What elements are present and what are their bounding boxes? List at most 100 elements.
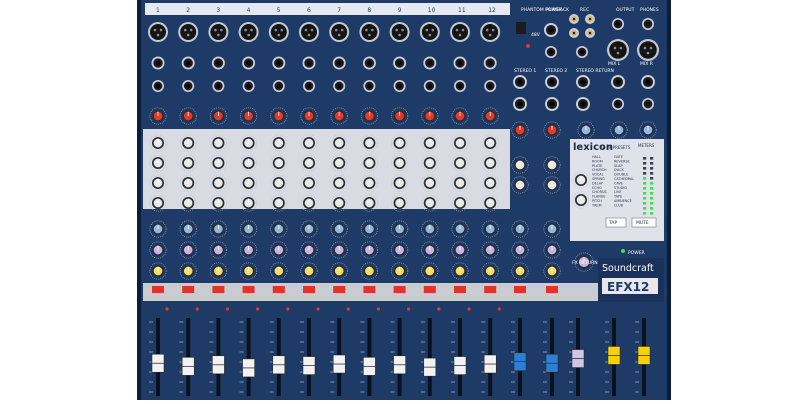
line-input-jack[interactable] [483,56,497,70]
fx-preset-name: CAVE [614,181,623,185]
playback-jack[interactable] [544,23,558,37]
line-input-jack[interactable] [151,56,165,70]
pfl-button[interactable] [242,286,255,293]
line-input-jack[interactable] [453,56,467,70]
line-input-jack[interactable] [302,56,316,70]
xlr-mic-input[interactable] [148,22,168,42]
meter-led-left [643,212,647,215]
insert-jack[interactable] [272,80,285,92]
xlr-mic-input[interactable] [268,22,289,42]
insert-jack[interactable] [423,80,436,92]
pfl-button[interactable] [272,286,285,293]
peak-led [286,307,290,311]
stereo-1-label: STEREO 1 [514,68,536,74]
insert-jack[interactable] [454,80,466,92]
rca-connector[interactable] [585,14,595,24]
pfl-button[interactable] [303,286,315,293]
peak-led [497,307,501,311]
phantom-power-switch[interactable] [516,22,526,34]
playback-label: PLAYBACK [546,7,570,13]
mix-r-label: MIX R [640,61,653,67]
pfl-button[interactable] [212,286,225,293]
xlr-mic-input[interactable] [178,22,199,42]
line-input-jack[interactable] [362,56,376,70]
rca-connector[interactable] [585,28,595,38]
xlr-mic-input[interactable] [389,22,410,42]
record-label: REC [580,7,589,13]
pfl-button[interactable] [454,286,466,293]
channel-number: 8 [367,7,371,14]
xlr-mic-input[interactable] [419,22,440,42]
tap-button-label: TAP [608,220,617,226]
xlr-mic-input[interactable] [299,22,319,42]
line-input-jack[interactable] [393,56,407,70]
channel-number: 7 [337,7,341,14]
line-input-jack[interactable] [211,56,225,70]
mix-output-xlr-left[interactable] [607,39,629,61]
return-jack[interactable] [576,46,588,58]
stereo-input-jack-left[interactable] [545,75,559,89]
peak-led [195,307,199,311]
stereo-return-jack-right[interactable] [576,97,590,111]
stereo-input-jack-right[interactable] [545,97,559,111]
xlr-mic-input[interactable] [480,22,501,42]
mix-out-jack-right[interactable] [641,75,655,89]
pfl-button[interactable] [484,286,497,293]
insert-jack[interactable] [182,80,195,92]
xlr-mic-input[interactable] [208,22,229,42]
meter-led-left [643,192,647,195]
channel-number: 3 [216,7,220,14]
line-input-jack[interactable] [272,56,286,70]
meter-led-right [650,177,654,180]
insert-jack[interactable] [393,80,406,92]
stereo-pfl-button[interactable] [546,286,558,293]
insert-jack[interactable] [152,80,164,92]
stereo-return-jack-left[interactable] [576,75,590,89]
phones-out-jack[interactable] [642,98,654,110]
rca-connector[interactable] [569,28,579,38]
mixing-console: 1 2 3 4 5 6 7 8 9 10 11 12 PHANTOM POWER48VPLAYBACK… [137,0,671,400]
mix-output-xlr-right[interactable] [637,39,659,61]
insert-jack[interactable] [333,80,346,92]
xlr-mic-input[interactable] [450,22,470,42]
xlr-mic-input[interactable] [238,22,259,42]
peak-led [376,307,380,311]
xlr-mic-input[interactable] [329,22,350,42]
monitor-out-jack[interactable] [612,98,624,110]
line-input-jack[interactable] [332,56,346,70]
fx-preset-name: SLAP [614,164,622,168]
insert-jack[interactable] [212,80,225,92]
fx-preset-name: PITCH [592,199,602,203]
stereo-input-jack-left[interactable] [513,75,527,89]
line-input-jack[interactable] [242,56,256,70]
pfl-button[interactable] [363,286,376,293]
insert-jack[interactable] [303,80,315,92]
rca-connector[interactable] [569,14,579,24]
tape-jack[interactable] [545,46,557,58]
insert-jack[interactable] [363,80,376,92]
insert-jack[interactable] [242,80,255,92]
meter-led-left [643,207,647,210]
fx-preset-name: TAPE [613,195,622,199]
pfl-button[interactable] [182,286,195,293]
meter-led-left [643,167,647,170]
stereo-pfl-button[interactable] [514,286,526,293]
meter-led-right [650,167,654,170]
pfl-button[interactable] [333,286,346,293]
mix-insert-left[interactable] [612,18,624,30]
insert-jack[interactable] [484,80,497,92]
pfl-button[interactable] [423,286,436,293]
phones-jack[interactable] [642,18,654,30]
line-input-jack[interactable] [181,56,195,70]
phones-label: PHONES [640,7,659,13]
pfl-button[interactable] [152,286,164,293]
xlr-mic-input[interactable] [359,22,380,42]
pfl-button[interactable] [393,286,406,293]
mix-out-jack-left[interactable] [611,75,625,89]
meter-led-left [643,197,647,200]
meter-led-right [650,202,654,205]
fx-preset-name: GATE [614,155,623,159]
line-input-jack[interactable] [423,56,437,70]
stereo-input-jack-right[interactable] [513,97,527,111]
effects-caption: 24 FX PRESETS [600,145,631,150]
